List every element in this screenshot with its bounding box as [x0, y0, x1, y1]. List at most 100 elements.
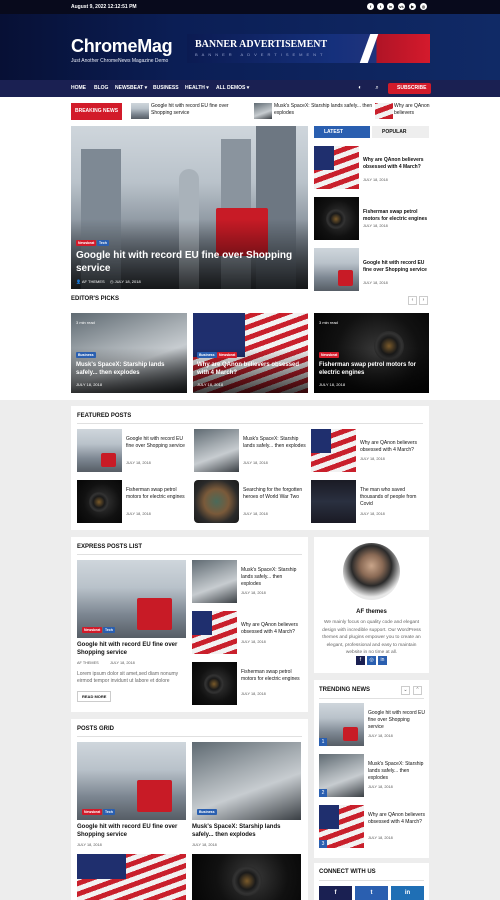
post-badge[interactable]: Newsbeat	[217, 352, 238, 358]
nav-blog[interactable]: BLOG	[94, 85, 108, 91]
express-title[interactable]: Fisherman swap petrol motors for electri…	[241, 669, 303, 683]
breaking-thumb-flag[interactable]	[375, 103, 393, 119]
grid-thumb[interactable]	[192, 854, 301, 900]
featured-title[interactable]: Why are QAnon believers obsessed with 4 …	[360, 440, 426, 454]
read-time: 3 min read	[319, 320, 338, 325]
trending-date: JULY 18, 2018	[368, 734, 393, 738]
editors-picks-heading: EDITOR'S PICKS	[71, 296, 119, 302]
author-avatar[interactable]	[343, 543, 400, 600]
subscribe-button[interactable]: SUBSCRIBE	[388, 83, 431, 94]
featured-title[interactable]: Google hit with record EU fine over Shop…	[126, 436, 192, 450]
vk-icon[interactable]: vk	[398, 3, 405, 10]
featured-thumb[interactable]	[194, 480, 239, 523]
tab-latest[interactable]: LATEST	[314, 126, 370, 138]
featured-thumb[interactable]	[77, 429, 122, 472]
breaking-thumb-space[interactable]	[254, 103, 272, 119]
editors-pick-date: JULY 18, 2018	[76, 382, 103, 387]
featured-title[interactable]: Searching for the forgotten heroes of Wo…	[243, 487, 309, 501]
post-badge[interactable]: Tech	[103, 809, 115, 815]
connect-facebook-button[interactable]: f	[319, 886, 352, 900]
author-facebook-icon[interactable]: f	[356, 656, 365, 665]
hero-title[interactable]: Google hit with record EU fine over Shop…	[76, 249, 296, 275]
express-title[interactable]: Musk's SpaceX: Starship lands safely... …	[241, 567, 303, 588]
post-badge[interactable]: Tech	[103, 627, 115, 633]
next-arrow-icon[interactable]: ›	[419, 296, 428, 305]
hero-badge-tech[interactable]: Tech	[97, 240, 109, 246]
latest-thumb-camera[interactable]	[314, 197, 359, 240]
facebook-icon[interactable]: f	[367, 3, 374, 10]
featured-thumb[interactable]	[77, 480, 122, 523]
read-more-button[interactable]: READ MORE	[77, 691, 112, 702]
breaking-thumb-city[interactable]	[131, 103, 149, 119]
nav-business[interactable]: BUSINESS	[153, 85, 179, 91]
post-badge[interactable]: Business	[197, 809, 217, 815]
trending-news-heading: TRENDING NEWS	[319, 687, 370, 693]
featured-thumb[interactable]	[194, 429, 239, 472]
featured-thumb[interactable]	[311, 429, 356, 472]
post-badge[interactable]: Newsbeat	[82, 809, 103, 815]
author-name[interactable]: AF themes	[314, 608, 429, 616]
hero-badge-newsbeat[interactable]: Newsbeat	[76, 240, 97, 246]
featured-title[interactable]: The man who saved thousands of people fr…	[360, 487, 426, 508]
editors-pick-title[interactable]: Why are QAnon believers obsessed with 4 …	[197, 361, 302, 377]
trending-rank: 2	[319, 789, 327, 797]
grid-title[interactable]: Musk's SpaceX: Starship lands safely... …	[192, 823, 302, 839]
featured-thumb[interactable]	[311, 480, 356, 523]
author-linkedin-icon[interactable]: in	[378, 656, 387, 665]
latest-item-title[interactable]: Why are QAnon believers obsessed with 4 …	[363, 157, 429, 171]
editors-pick-title[interactable]: Fisherman swap petrol motors for electri…	[319, 361, 424, 377]
youtube-icon[interactable]: ▶	[409, 3, 416, 10]
connect-twitter-button[interactable]: t	[355, 886, 388, 900]
connect-heading: CONNECT WITH US	[319, 869, 376, 875]
linkedin-icon[interactable]: in	[387, 3, 394, 10]
express-thumb[interactable]	[192, 611, 237, 654]
site-logo[interactable]: ChromeMag	[71, 36, 173, 57]
post-badge[interactable]: Newsbeat	[319, 352, 340, 358]
express-title[interactable]: Why are QAnon believers obsessed with 4 …	[241, 622, 303, 636]
trending-title[interactable]: Musk's SpaceX: Starship lands safely... …	[368, 761, 426, 782]
latest-thumb-flag[interactable]	[314, 146, 359, 189]
instagram-icon[interactable]: ◎	[420, 3, 427, 10]
prev-arrow-icon[interactable]: ‹	[408, 296, 417, 305]
top-bar: August 9, 2022 12:12:51 PM f t in vk ▶ ◎	[0, 0, 500, 14]
latest-item-title[interactable]: Fisherman swap petrol motors for electri…	[363, 209, 429, 223]
featured-title[interactable]: Fisherman swap petrol motors for electri…	[126, 487, 192, 501]
breaking-item[interactable]: Google hit with record EU fine over Shop…	[151, 103, 247, 117]
nav-health[interactable]: HEALTH ▾	[185, 85, 209, 91]
express-thumb[interactable]	[192, 560, 237, 603]
dark-mode-toggle-icon[interactable]: ◐	[356, 84, 364, 92]
post-badge[interactable]: Business	[76, 352, 96, 358]
grid-thumb[interactable]	[77, 854, 186, 900]
editors-pick-date: JULY 18, 2018	[197, 382, 224, 387]
post-badge[interactable]: Business	[197, 352, 217, 358]
express-main-author[interactable]: AF THEMES	[77, 661, 99, 665]
grid-title[interactable]: Google hit with record EU fine over Shop…	[77, 823, 187, 839]
trending-down-icon[interactable]: ⌃	[413, 686, 422, 695]
express-thumb[interactable]	[192, 662, 237, 705]
author-instagram-icon[interactable]: ◎	[367, 656, 376, 665]
latest-thumb-city[interactable]	[314, 248, 359, 291]
featured-title[interactable]: Musk's SpaceX: Starship lands safely... …	[243, 436, 309, 450]
post-badge[interactable]: Newsbeat	[82, 627, 103, 633]
editors-pick-title[interactable]: Musk's SpaceX: Starship lands safely... …	[76, 361, 181, 377]
nav-home[interactable]: HOME	[71, 85, 86, 91]
trending-title[interactable]: Why are QAnon believers obsessed with 4 …	[368, 812, 426, 826]
latest-item-date: JULY 18, 2018	[363, 224, 388, 228]
breaking-item[interactable]: Why are QAnon believers obsessed with 4 …	[394, 103, 432, 117]
breaking-item[interactable]: Musk's SpaceX: Starship lands safely... …	[274, 103, 374, 117]
trending-up-icon[interactable]: ⌄	[401, 686, 410, 695]
hero-author[interactable]: 👤 AF THEMES	[76, 279, 105, 284]
trending-title[interactable]: Google hit with record EU fine over Shop…	[368, 710, 426, 731]
connect-linkedin-button[interactable]: in	[391, 886, 424, 900]
nav-all-demos[interactable]: ALL DEMOS ▾	[216, 85, 249, 91]
twitter-icon[interactable]: t	[377, 3, 384, 10]
express-main-title[interactable]: Google hit with record EU fine over Shop…	[77, 641, 187, 657]
nav-newsbeat[interactable]: NEWSBEAT ▾	[115, 85, 147, 91]
banner-advertisement[interactable]: BANNER ADVERTISEMENT BANNER ADVERTISEMEN…	[187, 34, 430, 63]
breaking-news-label: BREAKING NEWS	[71, 103, 122, 120]
latest-item-title[interactable]: Google hit with record EU fine over Shop…	[363, 260, 429, 274]
subscribe-label: SUBSCRIBE	[397, 85, 427, 91]
section-divider	[77, 736, 302, 737]
tab-popular[interactable]: POPULAR	[372, 126, 429, 138]
search-icon[interactable]: ⌕	[373, 84, 381, 92]
